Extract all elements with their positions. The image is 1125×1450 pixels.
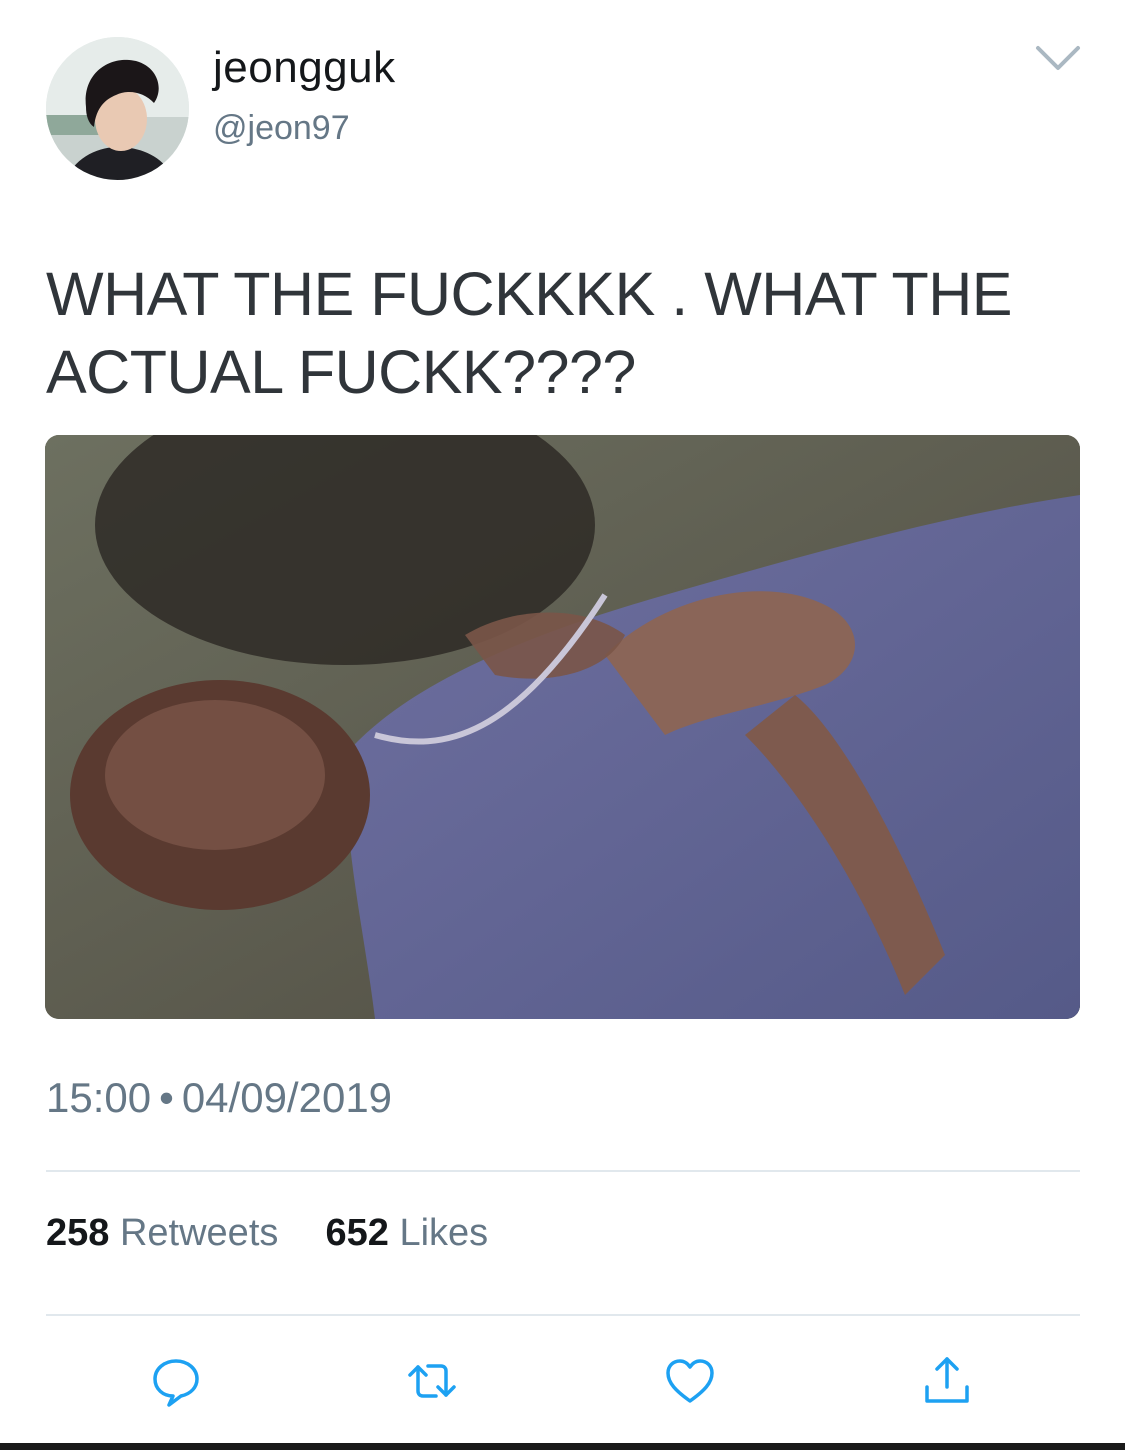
bottom-divider (0, 1443, 1125, 1450)
user-handle[interactable]: @jeon97 (213, 103, 350, 153)
tweet-date: 04/09/2019 (181, 1074, 393, 1121)
share-icon[interactable] (919, 1353, 975, 1409)
timestamp-separator: • (159, 1074, 174, 1121)
tweet-timestamp: 15:00 • 04/09/2019 (46, 1068, 392, 1128)
heart-icon[interactable] (662, 1353, 718, 1409)
retweets-count[interactable]: 258 (46, 1212, 109, 1254)
tweet-media-image[interactable] (45, 435, 1080, 1019)
display-name[interactable]: jeongguk (213, 38, 396, 98)
avatar-image (46, 37, 189, 180)
reply-icon[interactable] (148, 1353, 204, 1409)
avatar[interactable] (46, 37, 189, 180)
retweet-icon[interactable] (404, 1353, 460, 1409)
divider (46, 1314, 1080, 1316)
tweet-text: WHAT THE FUCKKKK . WHAT THE ACTUAL FUCKK… (46, 260, 1013, 406)
chevron-down-icon[interactable] (1030, 38, 1086, 78)
likes-count[interactable]: 652 (326, 1212, 389, 1254)
likes-label[interactable]: Likes (399, 1212, 488, 1254)
tweet-time: 15:00 (46, 1074, 152, 1121)
retweets-label[interactable]: Retweets (120, 1212, 278, 1254)
tweet-action-bar (0, 1345, 1125, 1415)
tweet-stats: 258 Retweets 652 Likes (46, 1205, 488, 1261)
divider (46, 1170, 1080, 1172)
